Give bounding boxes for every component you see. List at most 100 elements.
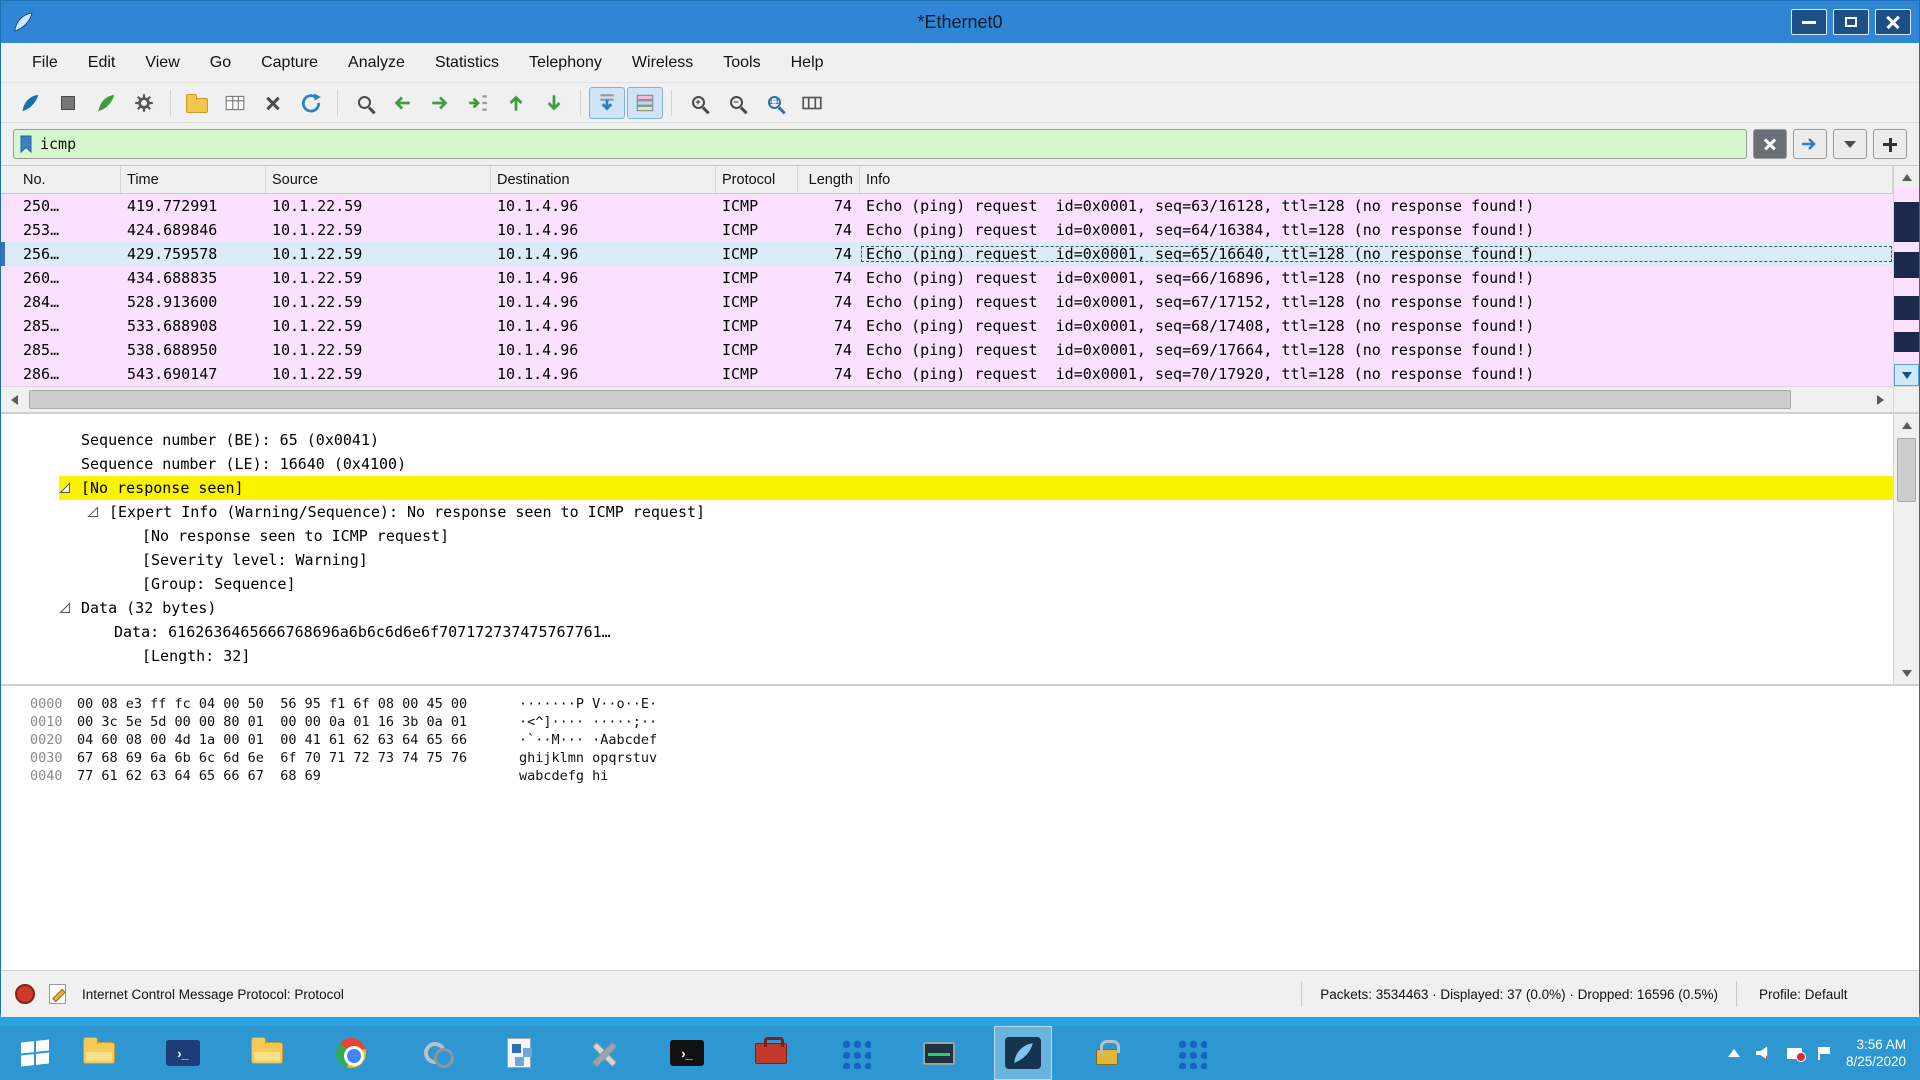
packet-list-scrollbar[interactable] bbox=[1893, 166, 1919, 386]
horizontal-scrollbar[interactable] bbox=[1, 386, 1919, 412]
details-scroll-track[interactable] bbox=[1894, 436, 1919, 662]
menu-analyze[interactable]: Analyze bbox=[335, 48, 418, 78]
zoom-out-button[interactable]: − bbox=[718, 87, 754, 119]
menu-help[interactable]: Help bbox=[778, 48, 837, 78]
hscroll-track[interactable] bbox=[27, 387, 1867, 412]
column-info[interactable]: Info bbox=[860, 166, 1893, 193]
column-length[interactable]: Length bbox=[798, 166, 860, 193]
details-scroll-down-button[interactable] bbox=[1894, 662, 1919, 684]
hex-line[interactable]: 002004 60 08 00 4d 1a 00 01 00 41 61 62 … bbox=[1, 732, 1919, 750]
action-center-icon[interactable] bbox=[1818, 1047, 1830, 1060]
detail-line[interactable]: [No response seen to ICMP request] bbox=[1, 524, 1893, 548]
packet-row[interactable]: 250…419.77299110.1.22.5910.1.4.96ICMP74E… bbox=[1, 194, 1893, 218]
restart-capture-button[interactable] bbox=[88, 87, 124, 119]
scroll-left-button[interactable] bbox=[1, 387, 27, 412]
packet-row-selected[interactable]: 256…429.75957810.1.22.5910.1.4.96ICMP74E… bbox=[1, 242, 1893, 266]
packet-row[interactable]: 253…424.68984610.1.22.5910.1.4.96ICMP74E… bbox=[1, 218, 1893, 242]
column-protocol[interactable]: Protocol bbox=[716, 166, 798, 193]
reload-button[interactable] bbox=[293, 87, 329, 119]
taskbar-server-manager[interactable] bbox=[742, 1026, 800, 1080]
scroll-up-button[interactable] bbox=[1894, 166, 1919, 188]
column-time[interactable]: Time bbox=[121, 166, 266, 193]
close-file-button[interactable] bbox=[255, 87, 291, 119]
taskbar-app-grid-2[interactable] bbox=[1162, 1026, 1220, 1080]
expand-triangle-icon[interactable] bbox=[59, 482, 71, 494]
auto-scroll-toggle[interactable] bbox=[589, 87, 625, 119]
hex-line[interactable]: 001000 3c 5e 5d 00 00 80 01 00 00 0a 01 … bbox=[1, 714, 1919, 732]
taskbar-security-lock[interactable] bbox=[1078, 1026, 1136, 1080]
filter-dropdown-button[interactable] bbox=[1833, 129, 1867, 159]
show-hidden-icons-button[interactable] bbox=[1728, 1049, 1740, 1057]
expand-triangle-icon[interactable] bbox=[59, 602, 71, 614]
taskbar-file-explorer[interactable] bbox=[70, 1026, 128, 1080]
expert-warning-highlight[interactable]: [No response seen] bbox=[59, 476, 1893, 500]
taskbar-performance-monitor[interactable] bbox=[910, 1026, 968, 1080]
expert-info-button[interactable] bbox=[15, 984, 35, 1004]
taskbar-wireshark-active[interactable] bbox=[994, 1026, 1052, 1080]
capture-options-button[interactable] bbox=[126, 87, 162, 119]
start-button[interactable] bbox=[0, 1026, 70, 1080]
close-button[interactable] bbox=[1875, 9, 1911, 35]
stop-capture-button[interactable] bbox=[50, 87, 86, 119]
volume-muted-icon[interactable] bbox=[1756, 1047, 1771, 1060]
detail-line[interactable]: [Expert Info (Warning/Sequence): No resp… bbox=[1, 500, 1893, 524]
go-first-button[interactable] bbox=[498, 87, 534, 119]
detail-line[interactable]: Sequence number (LE): 16640 (0x4100) bbox=[1, 452, 1893, 476]
open-file-button[interactable] bbox=[179, 87, 215, 119]
display-filter-field[interactable] bbox=[13, 129, 1747, 159]
find-packet-button[interactable] bbox=[346, 87, 382, 119]
column-no[interactable]: No. bbox=[1, 166, 121, 193]
taskbar-clock[interactable]: 3:56 AM 8/25/2020 bbox=[1846, 1036, 1906, 1070]
detail-line[interactable]: Sequence number (BE): 65 (0x0041) bbox=[1, 428, 1893, 452]
save-file-button[interactable] bbox=[217, 87, 253, 119]
taskbar-folder[interactable] bbox=[238, 1026, 296, 1080]
packet-row[interactable]: 285…538.68895010.1.22.5910.1.4.96ICMP74E… bbox=[1, 338, 1893, 362]
hex-line[interactable]: 004077 61 62 63 64 65 66 67 68 69wabcdef… bbox=[1, 768, 1919, 786]
menu-tools[interactable]: Tools bbox=[710, 48, 773, 78]
detail-line[interactable]: Data (32 bytes) bbox=[1, 596, 1893, 620]
taskbar-powershell[interactable]: ›_ bbox=[154, 1026, 212, 1080]
hex-line[interactable]: 003067 68 69 6a 6b 6c 6d 6e 6f 70 71 72 … bbox=[1, 750, 1919, 768]
menu-view[interactable]: View bbox=[132, 48, 192, 78]
menu-statistics[interactable]: Statistics bbox=[422, 48, 512, 78]
detail-line[interactable]: [Severity level: Warning] bbox=[1, 548, 1893, 572]
hscroll-thumb[interactable] bbox=[29, 390, 1791, 409]
details-scroll-up-button[interactable] bbox=[1894, 414, 1919, 436]
details-scrollbar[interactable] bbox=[1893, 414, 1919, 684]
packet-row[interactable]: 284…528.91360010.1.22.5910.1.4.96ICMP74E… bbox=[1, 290, 1893, 314]
detail-line[interactable]: Data: 6162636465666768696a6b6c6d6e6f7071… bbox=[1, 620, 1893, 644]
taskbar-registry-editor[interactable] bbox=[490, 1026, 548, 1080]
packet-row[interactable]: 286…543.69014710.1.22.5910.1.4.96ICMP74E… bbox=[1, 362, 1893, 386]
taskbar-command-prompt[interactable]: ›_ bbox=[658, 1026, 716, 1080]
packet-row[interactable]: 260…434.68883510.1.22.5910.1.4.96ICMP74E… bbox=[1, 266, 1893, 290]
capture-comment-button[interactable] bbox=[49, 984, 66, 1004]
column-destination[interactable]: Destination bbox=[491, 166, 716, 193]
taskbar-services[interactable] bbox=[406, 1026, 464, 1080]
status-profile[interactable]: Profile: Default bbox=[1755, 987, 1905, 1002]
taskbar-app-grid[interactable] bbox=[826, 1026, 884, 1080]
zoom-original-button[interactable]: 1:1 bbox=[756, 87, 792, 119]
taskbar-admin-tools[interactable] bbox=[574, 1026, 632, 1080]
menu-file[interactable]: File bbox=[19, 48, 71, 78]
scroll-down-button[interactable] bbox=[1894, 364, 1919, 386]
detail-line-selected[interactable]: [No response seen] bbox=[1, 476, 1893, 500]
go-last-button[interactable] bbox=[536, 87, 572, 119]
detail-line[interactable]: [Length: 32] bbox=[1, 644, 1893, 668]
maximize-button[interactable] bbox=[1833, 9, 1869, 35]
menu-go[interactable]: Go bbox=[197, 48, 244, 78]
packet-row[interactable]: 285…533.68890810.1.22.5910.1.4.96ICMP74E… bbox=[1, 314, 1893, 338]
network-error-icon[interactable] bbox=[1787, 1048, 1802, 1059]
expand-triangle-icon[interactable] bbox=[87, 506, 99, 518]
menu-capture[interactable]: Capture bbox=[248, 48, 331, 78]
start-capture-button[interactable] bbox=[12, 87, 48, 119]
packet-minimap[interactable] bbox=[1894, 188, 1919, 364]
go-back-button[interactable] bbox=[384, 87, 420, 119]
menu-telephony[interactable]: Telephony bbox=[516, 48, 615, 78]
apply-filter-button[interactable] bbox=[1793, 129, 1827, 159]
hex-line[interactable]: 000000 08 e3 ff fc 04 00 50 56 95 f1 6f … bbox=[1, 696, 1919, 714]
scroll-right-button[interactable] bbox=[1867, 387, 1893, 412]
display-filter-input[interactable] bbox=[40, 135, 1742, 153]
resize-columns-button[interactable] bbox=[794, 87, 830, 119]
column-source[interactable]: Source bbox=[266, 166, 491, 193]
menu-wireless[interactable]: Wireless bbox=[619, 48, 706, 78]
